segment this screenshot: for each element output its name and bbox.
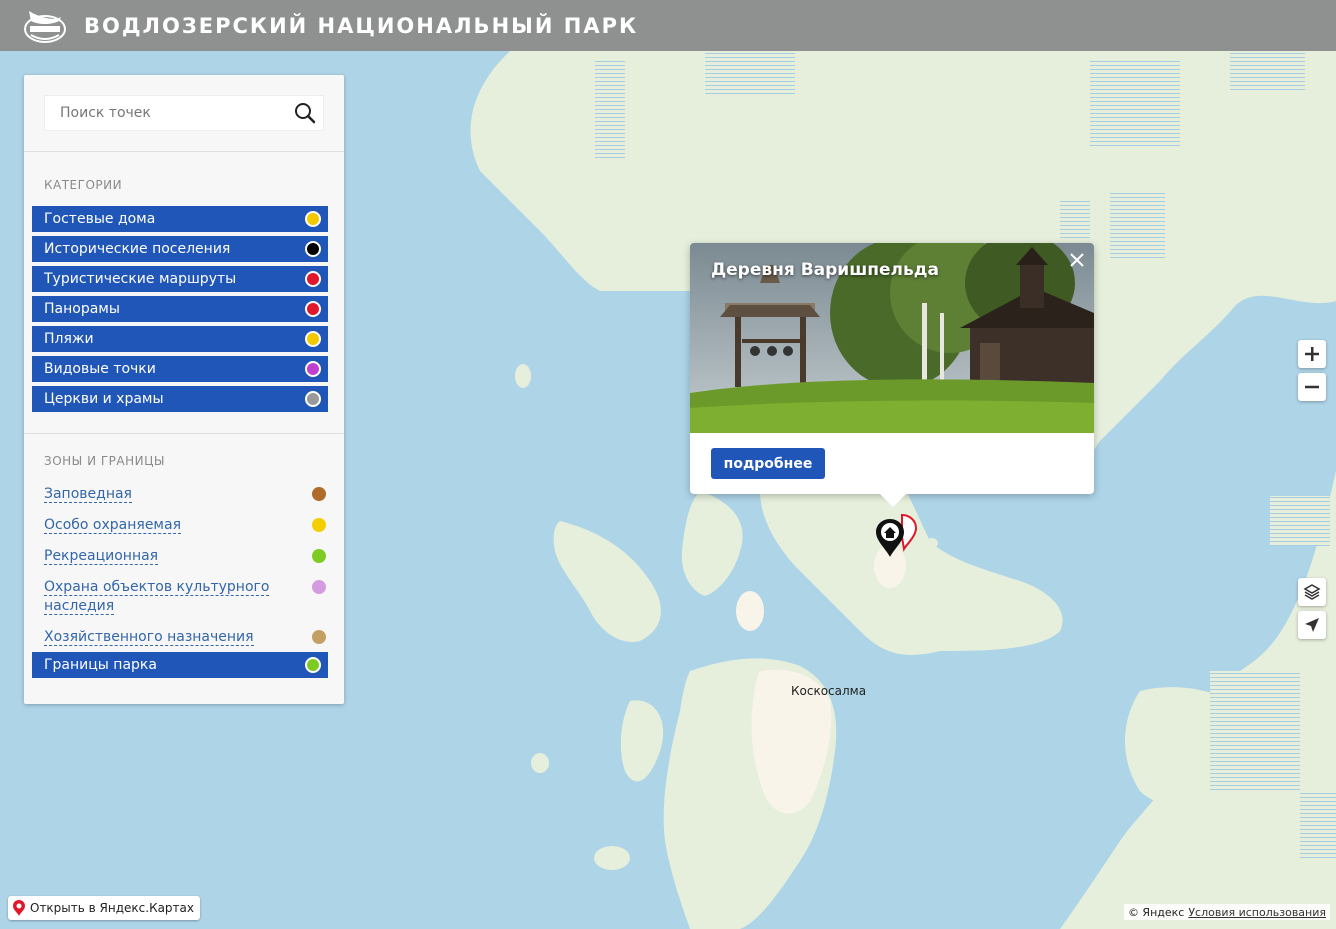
category-viewpoints[interactable]: Видовые точки (32, 356, 328, 382)
zone-item-economic[interactable]: Хозяйственного назначения (44, 628, 328, 647)
open-in-yandex-maps-link[interactable]: Открыть в Яндекс.Картах (8, 896, 200, 920)
zone-list: Заповедная Особо охраняемая Рекреационна… (44, 485, 328, 659)
site-header: ВОДЛОЗЕРСКИЙ НАЦИОНАЛЬНЫЙ ПАРК (0, 0, 1336, 51)
divider (24, 433, 344, 434)
category-panoramas[interactable]: Панорамы (32, 296, 328, 322)
layers-icon (1303, 584, 1321, 600)
search-input[interactable] (45, 96, 287, 130)
zoom-in-button[interactable] (1298, 340, 1326, 368)
zoom-out-button[interactable] (1298, 373, 1326, 401)
location-arrow-icon (1305, 618, 1319, 632)
search-icon[interactable] (287, 95, 323, 131)
zone-color-dot (312, 549, 326, 563)
map-copyright: © Яндекс Условия использования (1123, 904, 1330, 920)
category-guest-houses[interactable]: Гостевые дома (32, 206, 328, 232)
filter-panel: КАТЕГОРИИ Гостевые дома Исторические пос… (24, 75, 344, 704)
category-tourist-routes[interactable]: Туристические маршруты (32, 266, 328, 292)
details-button[interactable]: подробнее (711, 448, 825, 479)
category-historical-settlements[interactable]: Исторические поселения (32, 236, 328, 262)
popup-title: Деревня Варишпельда (711, 260, 939, 280)
category-color-dot (305, 331, 321, 347)
park-logo[interactable] (22, 6, 68, 46)
park-bounds-button[interactable]: Границы парка (32, 652, 328, 678)
categories-title: КАТЕГОРИИ (44, 178, 123, 192)
place-popup: Деревня Варишпельда подробнее (690, 243, 1094, 507)
zone-item-reserved[interactable]: Заповедная (44, 485, 328, 504)
divider (24, 151, 344, 152)
place-label-koskosalma: Коскосалма (791, 684, 867, 698)
category-list: Гостевые дома Исторические поселения Тур… (32, 206, 328, 416)
zone-color-dot (312, 630, 326, 644)
category-color-dot (305, 241, 321, 257)
search-box (44, 95, 324, 131)
site-title: ВОДЛОЗЕРСКИЙ НАЦИОНАЛЬНЫЙ ПАРК (84, 13, 639, 38)
category-color-dot (305, 271, 321, 287)
map-pin-marker[interactable] (874, 513, 918, 561)
category-beaches[interactable]: Пляжи (32, 326, 328, 352)
park-bounds-color-dot (305, 657, 321, 673)
terms-link[interactable]: Условия использования (1188, 906, 1326, 919)
close-icon[interactable] (1068, 251, 1086, 269)
map-pin-icon (13, 900, 25, 916)
category-color-dot (305, 301, 321, 317)
category-color-dot (305, 211, 321, 227)
minus-icon (1305, 385, 1319, 389)
park-bounds-toggle: Границы парка (32, 652, 328, 682)
zone-item-recreational[interactable]: Рекреационная (44, 547, 328, 566)
geolocation-button[interactable] (1298, 611, 1326, 639)
zone-color-dot (312, 518, 326, 532)
category-color-dot (305, 391, 321, 407)
zone-item-cultural-heritage[interactable]: Охрана объектов культурного наследия (44, 578, 328, 616)
zones-title: ЗОНЫ И ГРАНИЦЫ (44, 454, 166, 468)
zone-color-dot (312, 487, 326, 501)
plus-icon (1305, 347, 1319, 361)
layers-button[interactable] (1298, 578, 1326, 606)
zone-item-protected[interactable]: Особо охраняемая (44, 516, 328, 535)
popup-tail (879, 493, 907, 507)
zone-color-dot (312, 580, 326, 594)
category-churches[interactable]: Церкви и храмы (32, 386, 328, 412)
category-color-dot (305, 361, 321, 377)
